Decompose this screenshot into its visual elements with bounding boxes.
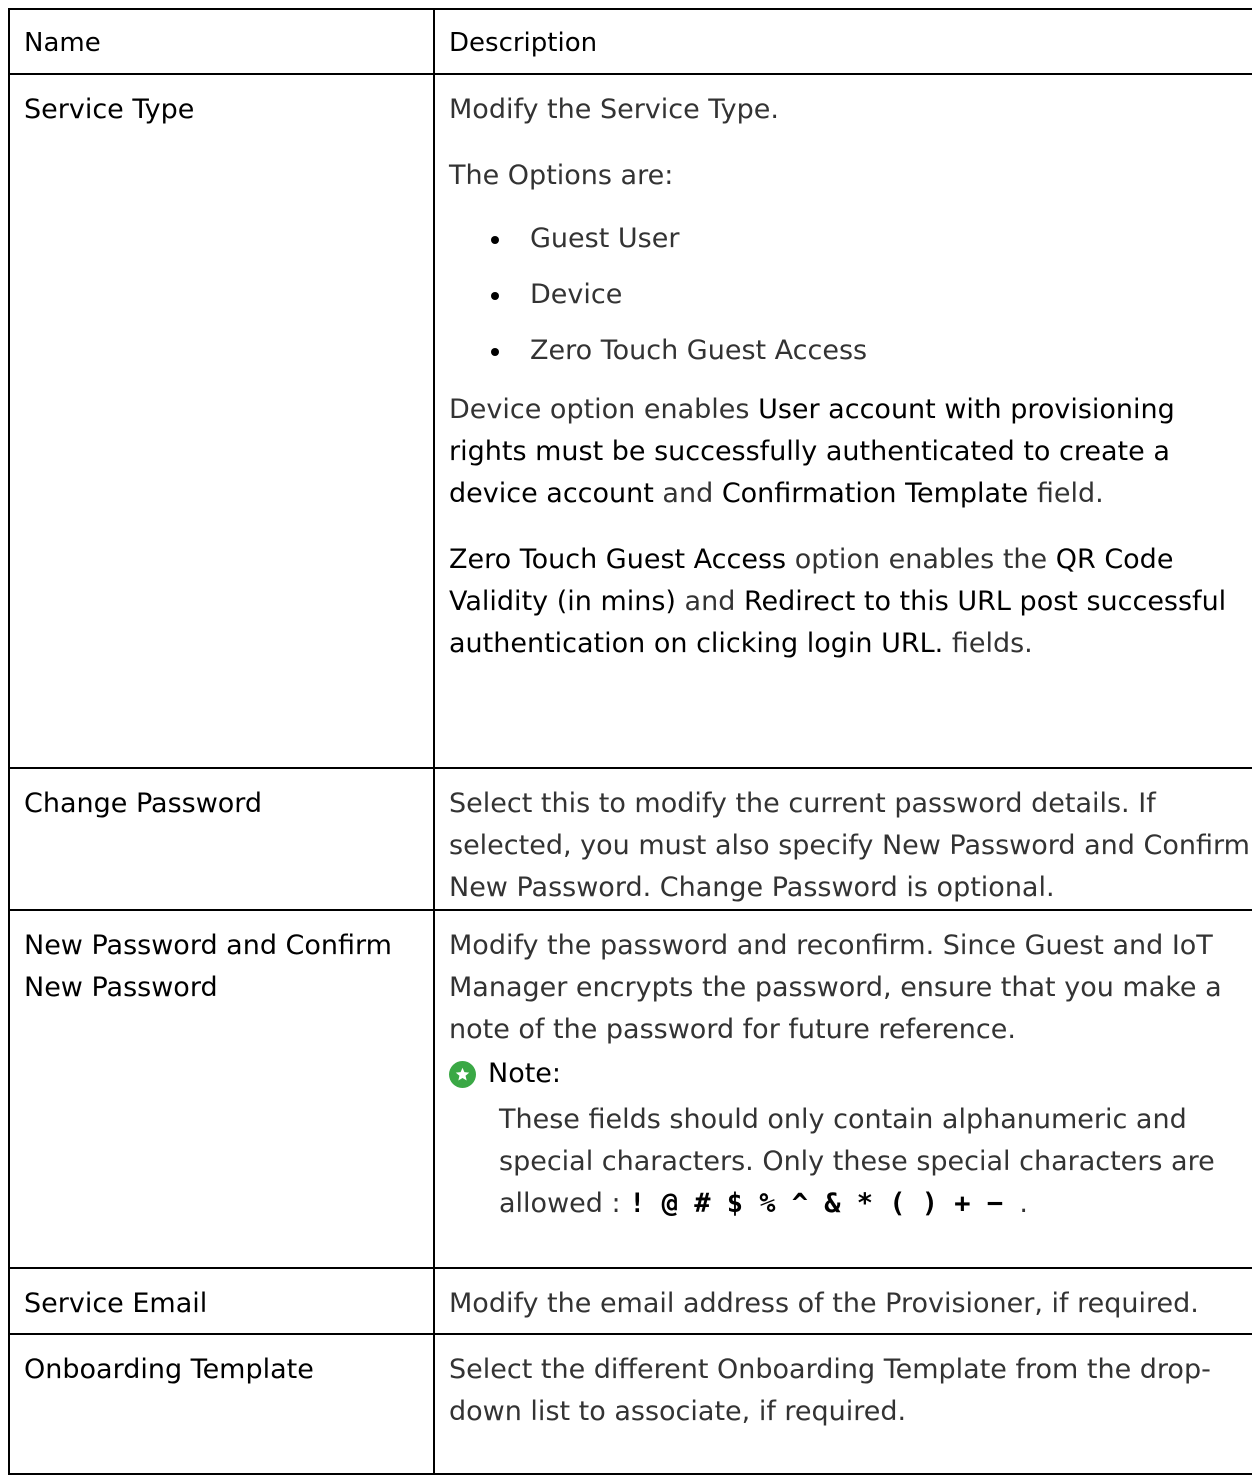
device-tail-text: field. — [1028, 478, 1104, 509]
row-description-onboarding-template: Select the different Onboarding Template… — [433, 1333, 1252, 1475]
device-field-confirmation-template: Confirmation Template — [721, 478, 1029, 509]
service-type-options-intro: The Options are: — [449, 160, 674, 191]
table-header-row: Name Description — [8, 8, 1252, 75]
ztga-mid1-text: option enables the — [786, 544, 1056, 575]
row-description-new-password: Modify the password and reconfirm. Since… — [433, 909, 1252, 1269]
ztga-mid2-text: and — [675, 586, 744, 617]
ztga-lead-text: Zero Touch Guest Access — [449, 544, 787, 575]
table-row: Onboarding Template Select the different… — [8, 1333, 1252, 1475]
table-row: Service Email Modify the email address o… — [8, 1267, 1252, 1335]
note-end: . — [1019, 1188, 1028, 1219]
new-password-description: Modify the password and reconfirm. Since… — [449, 930, 1222, 1045]
note-body: These fields should only contain alphanu… — [499, 1099, 1252, 1225]
table-row: Change Password Select this to modify th… — [8, 767, 1252, 911]
parameters-table: Name Description Service Type Modify the… — [8, 8, 1252, 1475]
ztga-tail-text: fields. — [943, 628, 1033, 659]
device-lead-text: Device option enables — [449, 394, 759, 425]
ztga-option-paragraph: Zero Touch Guest Access option enables t… — [449, 539, 1252, 665]
list-item: Guest User — [491, 221, 1252, 257]
row-name-service-type: Service Type — [8, 73, 435, 769]
row-description-service-email: Modify the email address of the Provisio… — [433, 1267, 1252, 1335]
special-characters: ! @ # $ % ^ & * ( ) + − — [629, 1188, 1020, 1219]
row-description-change-password: Select this to modify the current passwo… — [433, 767, 1252, 911]
table-row: Service Type Modify the Service Type. Th… — [8, 73, 1252, 769]
note-label: Note: — [488, 1058, 562, 1089]
device-option-paragraph: Device option enables User account with … — [449, 389, 1252, 515]
row-description-service-type: Modify the Service Type. The Options are… — [433, 73, 1252, 769]
star-icon — [449, 1060, 476, 1088]
service-type-intro: Modify the Service Type. — [449, 94, 779, 125]
row-name-onboarding-template: Onboarding Template — [8, 1333, 435, 1475]
header-description: Description — [433, 8, 1252, 75]
row-name-change-password: Change Password — [8, 767, 435, 911]
row-name-service-email: Service Email — [8, 1267, 435, 1335]
list-item: Device — [491, 277, 1252, 313]
device-mid-text: and — [653, 478, 722, 509]
service-type-options-list: Guest User Device Zero Touch Guest Acces… — [449, 221, 1252, 369]
note-heading: Note: — [449, 1053, 1252, 1095]
row-name-new-password: New Password and Confirm New Password — [8, 909, 435, 1269]
header-name: Name — [8, 8, 435, 75]
table-row: New Password and Confirm New Password Mo… — [8, 909, 1252, 1269]
list-item: Zero Touch Guest Access — [491, 333, 1252, 369]
